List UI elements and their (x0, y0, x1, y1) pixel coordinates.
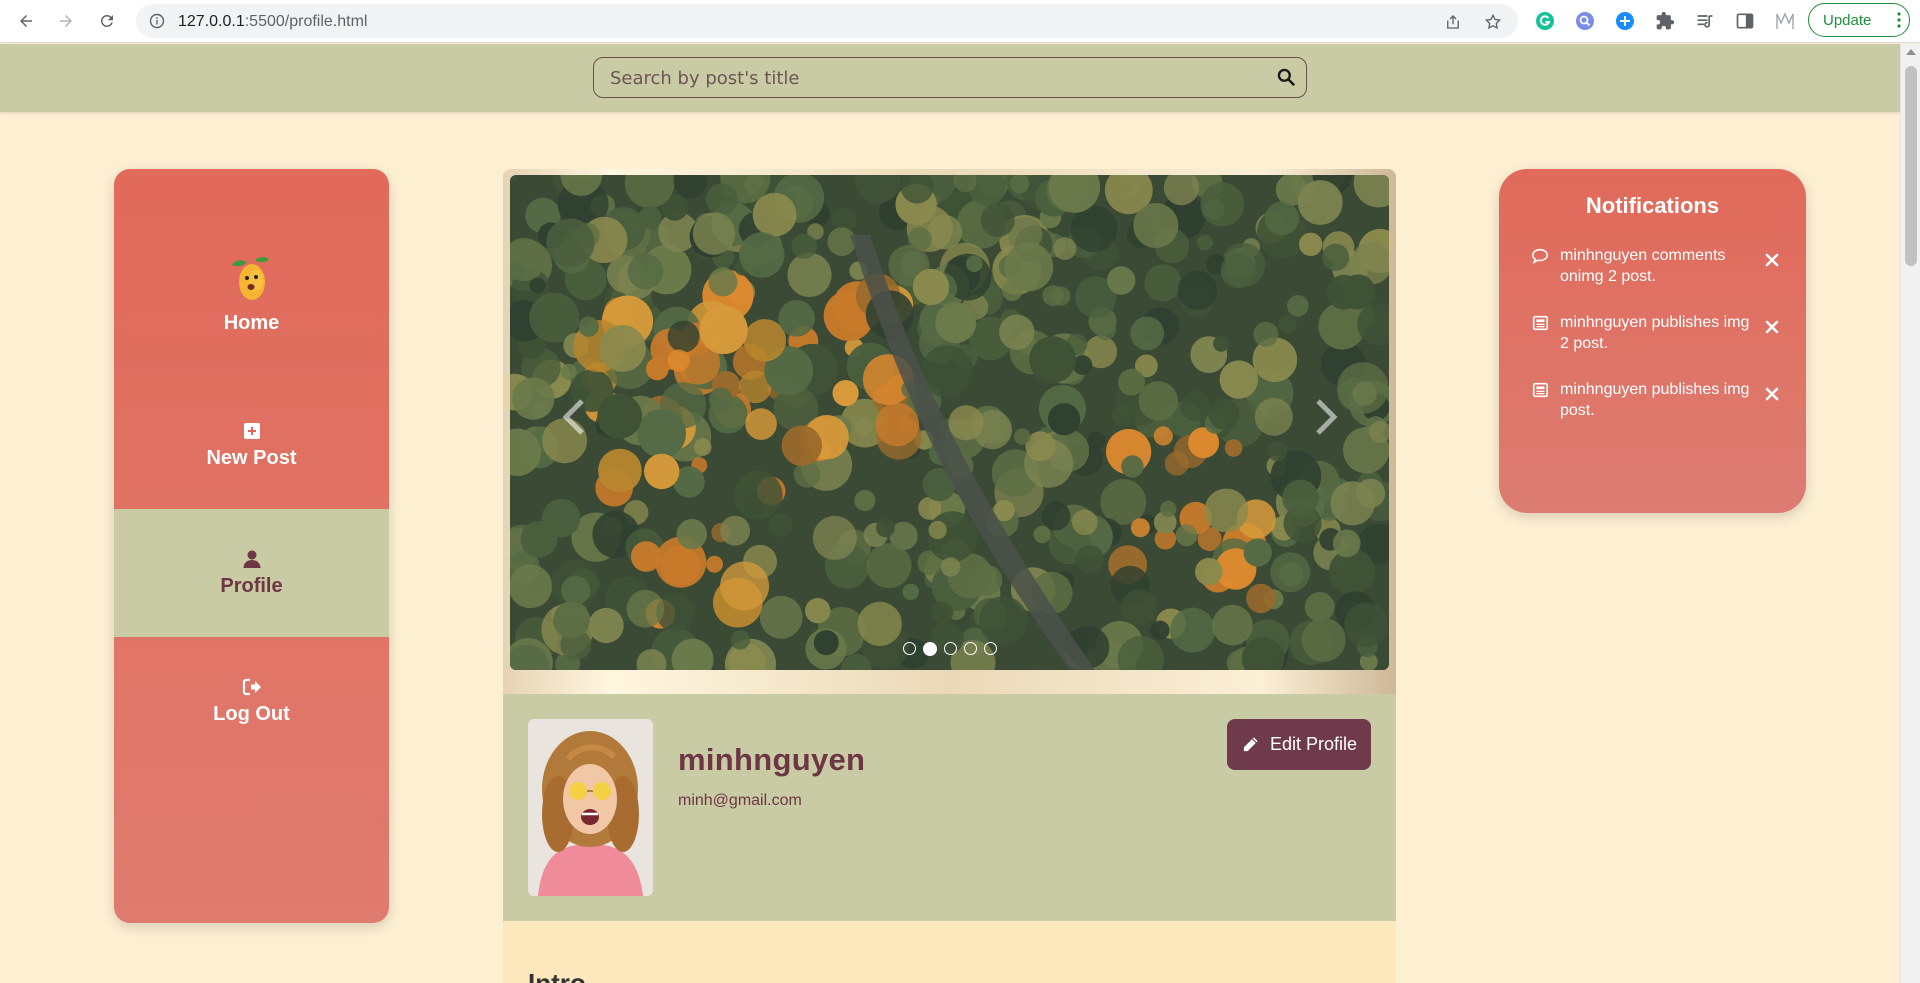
cover-carousel[interactable] (510, 175, 1389, 670)
info-icon[interactable] (149, 13, 165, 29)
carousel-dot[interactable] (983, 642, 997, 655)
site-header (0, 44, 1900, 112)
url-text: 127.0.0.1:5500/profile.html (178, 13, 368, 30)
sidebar-item-label: Profile (220, 574, 283, 597)
profile-avatar-icon[interactable] (1774, 10, 1796, 32)
profile-username: minhnguyen (678, 742, 866, 777)
pencil-icon (1243, 737, 1258, 752)
intro-section: Intro (503, 921, 1396, 983)
sidebar-item-label: New Post (206, 446, 297, 469)
comment-icon (1532, 248, 1548, 265)
notification-item[interactable]: minhnguyen publishes img 2 post. (1531, 312, 1781, 358)
sidebar-item-label: Log Out (213, 702, 290, 725)
intro-heading: Intro (528, 968, 586, 983)
notification-text: minhnguyen publishes img 2 post. (1560, 314, 1750, 352)
arrow-right-icon (60, 15, 72, 27)
chevron-right-icon[interactable] (1310, 397, 1340, 437)
scrollbar-thumb[interactable] (1905, 66, 1917, 266)
carousel-indicators (510, 642, 1389, 656)
logout-icon (242, 678, 261, 695)
sidebar-item-profile[interactable]: Profile (114, 509, 389, 637)
sidebar-item-logout[interactable]: Log Out (114, 637, 389, 765)
back-button[interactable] (12, 7, 40, 35)
carousel-dot[interactable] (902, 642, 916, 655)
notification-item[interactable]: minhnguyen publishes img post. (1531, 379, 1781, 425)
bookmark-star-icon[interactable] (1484, 13, 1502, 31)
search-icon[interactable] (1276, 67, 1296, 87)
edit-profile-button[interactable]: Edit Profile (1227, 719, 1371, 770)
arrow-left-icon (20, 15, 32, 27)
notification-item[interactable]: minhnguyen comments onimg 2 post. (1531, 245, 1781, 291)
carousel-dot[interactable] (922, 642, 937, 656)
user-icon (243, 550, 260, 568)
browser-toolbar: 127.0.0.1:5500/profile.html Update (0, 0, 1920, 43)
close-icon[interactable] (1765, 320, 1779, 334)
profile-email: minh@gmail.com (678, 792, 802, 809)
sidebar: Home New Post Profile Log Out (114, 169, 389, 923)
search-extension-icon[interactable] (1574, 10, 1596, 32)
scroll-up-arrow[interactable] (1906, 49, 1916, 55)
profile-card: minhnguyen minh@gmail.com Edit Profile (503, 694, 1396, 921)
search-box (593, 57, 1307, 98)
notifications-title: Notifications (1585, 193, 1720, 218)
sidebar-item-new-post[interactable]: New Post (114, 381, 389, 509)
plus-square-icon (243, 422, 260, 439)
carousel-dot[interactable] (963, 642, 977, 655)
share-icon[interactable] (1444, 13, 1462, 31)
newspaper-icon (1532, 382, 1549, 398)
page-scrollbar[interactable] (1900, 44, 1920, 983)
notification-text: minhnguyen publishes img post. (1560, 381, 1750, 419)
edit-profile-label: Edit Profile (1269, 734, 1358, 754)
reading-list-icon[interactable] (1694, 10, 1716, 32)
update-button[interactable]: Update (1808, 3, 1910, 37)
sidebar-item-home[interactable]: Home (114, 229, 389, 357)
side-panel-icon[interactable] (1734, 10, 1756, 32)
cover-frame (503, 169, 1396, 694)
chevron-left-icon[interactable] (560, 397, 590, 437)
reload-button[interactable] (93, 7, 121, 35)
mango-logo-icon (231, 256, 269, 300)
sidebar-item-label: Home (223, 311, 280, 334)
forward-button[interactable] (52, 7, 80, 35)
translate-extension-icon[interactable] (1614, 10, 1636, 32)
more-vert-icon (1897, 12, 1901, 28)
forest-aerial-image (510, 175, 1389, 670)
search-input[interactable] (610, 67, 1250, 89)
close-icon[interactable] (1765, 253, 1779, 267)
notification-text: minhnguyen comments onimg 2 post. (1560, 247, 1726, 285)
carousel-dot[interactable] (943, 642, 957, 655)
notifications-panel: Notifications minhnguyen comments onimg … (1499, 169, 1806, 513)
address-bar[interactable]: 127.0.0.1:5500/profile.html (136, 4, 1518, 38)
avatar (528, 719, 653, 896)
grammarly-extension-icon[interactable] (1534, 10, 1556, 32)
newspaper-icon (1532, 315, 1549, 331)
close-icon[interactable] (1765, 387, 1779, 401)
puzzle-extensions-icon[interactable] (1654, 10, 1676, 32)
reload-icon (100, 14, 113, 27)
foliage (510, 175, 1389, 670)
